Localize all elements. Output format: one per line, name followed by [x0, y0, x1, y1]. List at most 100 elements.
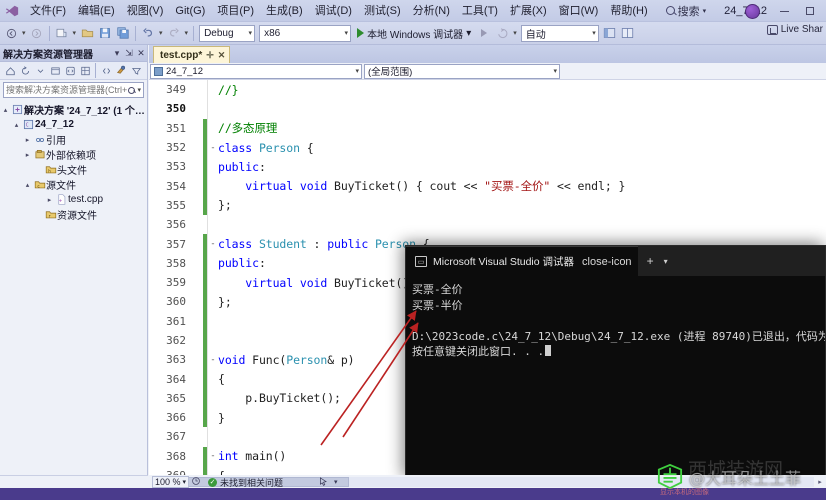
- code-line[interactable]: 351//多态原理: [149, 119, 826, 138]
- glyph-margin[interactable]: [193, 215, 203, 234]
- tree-item-header-files[interactable]: h 头文件: [0, 162, 147, 177]
- code-text[interactable]: {: [218, 372, 225, 386]
- tree-item-test-cpp[interactable]: ▸ + test.cpp: [0, 192, 147, 207]
- glyph-margin[interactable]: [193, 80, 203, 99]
- menu-item-help[interactable]: 帮助(H): [604, 1, 653, 21]
- process-select[interactable]: 自动 ▾: [521, 25, 599, 42]
- glyph-margin[interactable]: [193, 157, 203, 176]
- menu-item-project[interactable]: 项目(P): [211, 1, 260, 21]
- glyph-margin[interactable]: [193, 447, 203, 466]
- code-text[interactable]: class Person {: [218, 141, 314, 155]
- twisty-icon[interactable]: ▴: [11, 121, 22, 129]
- chevron-down-icon[interactable]: ▾: [703, 7, 707, 15]
- code-text[interactable]: //多态原理: [218, 120, 277, 136]
- nav-project-select[interactable]: 24_7_12 ▾: [150, 64, 362, 79]
- select-tool-icon[interactable]: [318, 476, 329, 488]
- code-line[interactable]: 353public:: [149, 157, 826, 176]
- solution-configuration-select[interactable]: Debug ▾: [199, 25, 255, 42]
- show-all-files-icon[interactable]: [48, 63, 62, 78]
- view-code-icon[interactable]: [63, 63, 77, 78]
- scroll-right-arrow-icon[interactable]: ▸: [814, 478, 826, 486]
- search-icon[interactable]: [128, 87, 135, 94]
- home-icon[interactable]: [3, 63, 17, 78]
- menu-item-edit[interactable]: 编辑(E): [72, 1, 121, 21]
- code-text[interactable]: virtual void BuyTicket() { cout << "买票-全…: [218, 178, 625, 194]
- menu-item-git[interactable]: Git(G): [169, 1, 211, 21]
- zoom-control[interactable]: 100 % ▾: [152, 476, 201, 488]
- glyph-margin[interactable]: [193, 312, 203, 331]
- glyph-margin[interactable]: [193, 138, 203, 157]
- code-text[interactable]: class Student : public Person {: [218, 237, 430, 251]
- twisty-icon[interactable]: ▴: [0, 106, 11, 114]
- chevron-down-icon[interactable]: ▾: [334, 478, 338, 486]
- tree-item-source-files[interactable]: ▴ c 源文件: [0, 177, 147, 192]
- collapse-all-icon[interactable]: [33, 63, 47, 78]
- glyph-margin[interactable]: [193, 427, 203, 446]
- fold-toggle-icon[interactable]: -: [208, 355, 218, 365]
- redo-icon[interactable]: [165, 23, 183, 43]
- code-line[interactable]: 349//}: [149, 80, 826, 99]
- step-into-icon[interactable]: [475, 23, 493, 43]
- editor-tab-test-cpp[interactable]: test.cpp* ✛ ✕: [153, 46, 230, 63]
- redo-history-arrow[interactable]: ▾: [183, 29, 191, 37]
- code-text[interactable]: };: [218, 198, 232, 212]
- hot-reload-icon[interactable]: [493, 23, 511, 43]
- undo-icon[interactable]: [139, 23, 157, 43]
- menu-item-test[interactable]: 测试(S): [358, 1, 407, 21]
- glyph-margin[interactable]: [193, 389, 203, 408]
- code-text[interactable]: int main(): [218, 449, 286, 463]
- code-line[interactable]: 355};: [149, 196, 826, 215]
- glyph-margin[interactable]: [193, 331, 203, 350]
- glyph-margin[interactable]: [193, 254, 203, 273]
- window-layout-icon[interactable]: [619, 23, 637, 43]
- tree-item-solution[interactable]: ▴ 解决方案 '24_7_12' (1 个项目，共 1 个: [0, 102, 147, 117]
- issues-status[interactable]: ✓ 未找到相关问题: [208, 476, 283, 488]
- undo-history-arrow[interactable]: ▾: [157, 29, 165, 37]
- tree-item-external-dependencies[interactable]: ▸ 外部依赖项: [0, 147, 147, 162]
- chevron-down-icon[interactable]: ▾: [137, 86, 141, 94]
- new-project-arrow[interactable]: ▾: [71, 29, 79, 37]
- refresh-scope-icon[interactable]: [191, 476, 201, 488]
- global-search-box[interactable]: 搜索 ▾: [666, 3, 707, 19]
- menu-item-window[interactable]: 窗口(W): [553, 1, 605, 21]
- console-tab[interactable]: ▭ Microsoft Visual Studio 调试器 close-icon: [406, 246, 638, 276]
- menu-item-debug[interactable]: 调试(D): [309, 1, 358, 21]
- twisty-icon[interactable]: ▴: [22, 181, 33, 189]
- close-icon[interactable]: ✕: [218, 50, 226, 61]
- back-history-arrow[interactable]: ▾: [20, 29, 28, 37]
- glyph-margin[interactable]: [193, 350, 203, 369]
- code-text[interactable]: };: [218, 295, 232, 309]
- fold-toggle-icon[interactable]: -: [208, 143, 218, 153]
- hot-reload-arrow[interactable]: ▾: [511, 29, 519, 37]
- tree-item-resource-files[interactable]: r 资源文件: [0, 207, 147, 222]
- glyph-margin[interactable]: [193, 99, 203, 118]
- pin-icon[interactable]: ✛: [206, 50, 214, 61]
- panel-float-icon[interactable]: ⇲: [123, 48, 135, 59]
- navigate-back-icon[interactable]: [2, 23, 20, 43]
- open-file-icon[interactable]: [78, 23, 96, 43]
- code-text[interactable]: //}: [218, 83, 238, 97]
- chevron-down-icon[interactable]: ▾: [664, 257, 668, 266]
- code-text[interactable]: }: [218, 411, 225, 425]
- search-input[interactable]: [6, 85, 128, 95]
- code-text[interactable]: void Func(Person& p): [218, 353, 355, 367]
- toggle-panel-icon[interactable]: [601, 23, 619, 43]
- code-text[interactable]: public:: [218, 256, 266, 270]
- chevron-down-icon[interactable]: ▾: [183, 478, 187, 486]
- glyph-margin[interactable]: [193, 369, 203, 388]
- tree-item-project[interactable]: ▴ C 24_7_12: [0, 117, 147, 132]
- fold-toggle-icon[interactable]: -: [208, 451, 218, 461]
- minimize-button[interactable]: [772, 1, 796, 21]
- preview-icon[interactable]: [99, 63, 113, 78]
- chevron-down-icon[interactable]: ▾: [466, 28, 471, 39]
- code-line[interactable]: 352-class Person {: [149, 138, 826, 157]
- user-avatar-icon[interactable]: [745, 4, 760, 19]
- fold-toggle-icon[interactable]: -: [208, 239, 218, 249]
- twisty-icon[interactable]: ▸: [44, 196, 55, 204]
- glyph-margin[interactable]: [193, 234, 203, 253]
- glyph-margin[interactable]: [193, 292, 203, 311]
- close-icon[interactable]: close-icon: [582, 256, 632, 268]
- menu-item-file[interactable]: 文件(F): [24, 1, 72, 21]
- menu-item-analyze[interactable]: 分析(N): [407, 1, 456, 21]
- glyph-margin[interactable]: [193, 196, 203, 215]
